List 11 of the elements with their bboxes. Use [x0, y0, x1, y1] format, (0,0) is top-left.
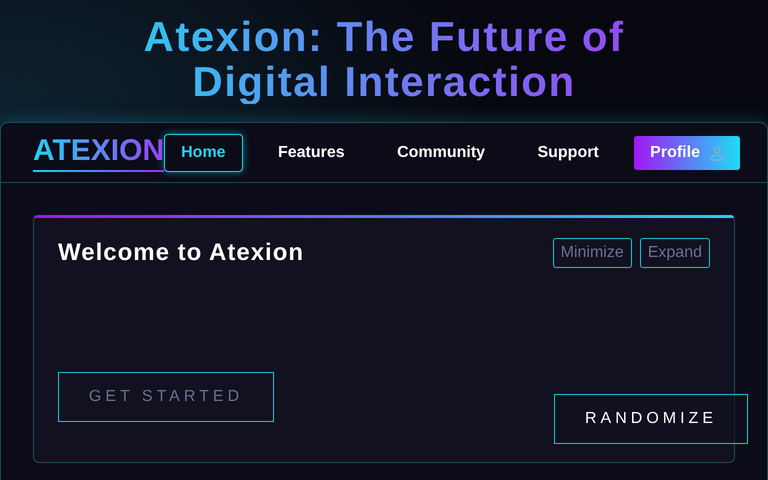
nav-tab[interactable]: Support — [520, 134, 616, 172]
nav-tab[interactable]: Home — [164, 134, 243, 172]
profile-button[interactable]: Profile — [634, 136, 740, 170]
card-action-button[interactable]: Minimize — [552, 238, 632, 268]
card-title: Welcome to Atexion — [58, 239, 304, 267]
randomize-button[interactable]: RANDOMIZE — [554, 394, 748, 444]
user-icon — [710, 144, 724, 160]
nav-tab[interactable]: Community — [380, 134, 502, 172]
get-started-button[interactable]: GET STARTED — [58, 372, 274, 422]
nav-tab[interactable]: Features — [260, 134, 362, 172]
card-action-button[interactable]: Expand — [640, 238, 710, 268]
